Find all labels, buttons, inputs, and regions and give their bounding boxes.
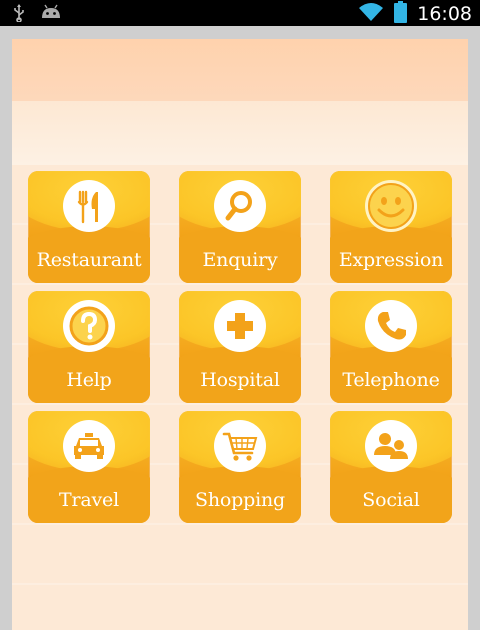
enquiry-button[interactable]: Enquiry bbox=[179, 171, 301, 283]
shopping-button[interactable]: Shopping bbox=[179, 411, 301, 523]
hospital-label: Hospital bbox=[200, 369, 280, 391]
telephone-button[interactable]: Telephone bbox=[330, 291, 452, 403]
hospital-button[interactable]: Hospital bbox=[179, 291, 301, 403]
social-button[interactable]: Social bbox=[330, 411, 452, 523]
travel-label: Travel bbox=[59, 489, 119, 511]
people-icon bbox=[365, 420, 417, 472]
expression-button[interactable]: Expression bbox=[330, 171, 452, 283]
enquiry-label: Enquiry bbox=[202, 249, 278, 271]
wifi-icon bbox=[358, 2, 384, 26]
header-band bbox=[12, 39, 468, 101]
clock: 16:08 bbox=[417, 3, 472, 25]
app-content: Restaurant Enquiry Expression Help Hospi… bbox=[12, 39, 468, 630]
smiley-icon bbox=[365, 180, 417, 232]
help-label: Help bbox=[66, 369, 112, 391]
help-button[interactable]: Help bbox=[28, 291, 150, 403]
status-bar: 16:08 bbox=[0, 0, 480, 26]
shopping-cart-icon bbox=[214, 420, 266, 472]
social-label: Social bbox=[362, 489, 420, 511]
shopping-label: Shopping bbox=[195, 489, 285, 511]
restaurant-label: Restaurant bbox=[36, 249, 142, 271]
question-icon bbox=[63, 300, 115, 352]
battery-icon bbox=[394, 1, 408, 27]
usb-icon bbox=[12, 4, 26, 26]
magnifier-icon bbox=[214, 180, 266, 232]
telephone-label: Telephone bbox=[342, 369, 440, 391]
phone-icon bbox=[365, 300, 417, 352]
medical-cross-icon bbox=[214, 300, 266, 352]
taxi-icon bbox=[63, 420, 115, 472]
restaurant-button[interactable]: Restaurant bbox=[28, 171, 150, 283]
android-debug-icon bbox=[40, 4, 62, 26]
expression-label: Expression bbox=[338, 249, 444, 271]
fork-knife-icon bbox=[63, 180, 115, 232]
sub-header-band bbox=[12, 101, 468, 165]
travel-button[interactable]: Travel bbox=[28, 411, 150, 523]
